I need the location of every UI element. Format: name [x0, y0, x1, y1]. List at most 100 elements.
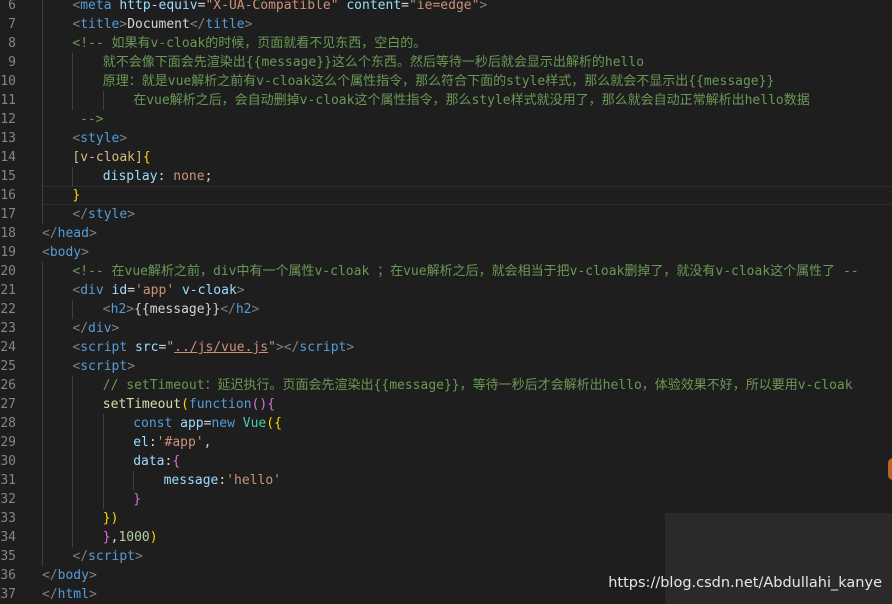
code-line[interactable]: 30 data:{	[0, 452, 892, 471]
indent-guide	[42, 376, 43, 395]
indent-guide	[72, 376, 74, 395]
code-token: >	[81, 245, 89, 260]
indent-guide	[102, 414, 104, 433]
code-line[interactable]: 16}	[0, 186, 892, 205]
code-token: display	[102, 169, 158, 184]
line-number: 35	[0, 549, 16, 564]
code-line[interactable]: 27 setTimeout(function(){	[0, 395, 892, 414]
code-token: script	[88, 549, 136, 564]
code-text: -->	[80, 110, 103, 129]
code-token: [v-cloak]	[72, 150, 143, 165]
code-line[interactable]: 29 el:'#app',	[0, 433, 892, 452]
code-text: })	[103, 509, 119, 528]
line-number: 29	[0, 435, 16, 450]
line-number: 20	[0, 264, 16, 279]
code-token: </	[42, 226, 58, 241]
indent-guide	[42, 34, 43, 53]
code-token: >	[88, 568, 97, 583]
code-token: (	[181, 397, 189, 412]
indent-guide	[42, 547, 43, 566]
indent-guide	[42, 186, 43, 205]
indent-guide	[42, 433, 43, 452]
code-line[interactable]: 18 </head>	[0, 224, 892, 243]
code-token: >	[346, 340, 355, 355]
code-line[interactable]: 17 </style>	[0, 205, 892, 224]
code-line[interactable]: 31 message:'hello'	[0, 471, 892, 490]
code-line[interactable]: 23 </div>	[0, 319, 892, 338]
code-line[interactable]: 24 <script src="../js/vue.js"></script>	[0, 338, 892, 357]
line-number: 16	[0, 188, 16, 203]
code-token: {	[142, 150, 151, 165]
code-token: "X-UA-Compatible"	[205, 0, 347, 13]
code-line[interactable]: 14 [v-cloak]{	[0, 148, 892, 167]
code-line[interactable]: 15 display: none;	[0, 167, 892, 186]
code-line[interactable]: 10 原理：就是vue解析之前有v-cloak这么个属性指令，那么符合下面的sty…	[0, 72, 892, 91]
code-token: style	[80, 131, 120, 146]
code-line[interactable]: 21 <div id='app' v-cloak>	[0, 281, 892, 300]
indent-guide	[42, 395, 43, 414]
code-line[interactable]: 19 <body>	[0, 243, 892, 262]
indent-guide	[42, 490, 43, 509]
code-line[interactable]: 25 <script>	[0, 357, 892, 376]
code-token: }	[102, 530, 111, 545]
code-token: style	[88, 207, 128, 222]
code-line[interactable]: 8 <!-- 如果有v-cloak的时候，页面就看不见东西，空白的。	[0, 34, 892, 53]
code-token: h2	[235, 302, 252, 317]
code-token: Vue	[242, 416, 267, 431]
indent-guide	[72, 167, 74, 186]
code-line[interactable]: 28 const app=new Vue({	[0, 414, 892, 433]
indent-guide	[42, 414, 43, 433]
code-text: // setTimeout：延迟执行。页面会先渲染出{{message}}，等待…	[103, 376, 853, 395]
code-text: <div id='app' v-cloak>	[72, 281, 244, 300]
code-token: </	[72, 549, 89, 564]
indent-guide	[42, 262, 43, 281]
watermark-url: https://blog.csdn.net/Abdullahi_kanye	[608, 575, 882, 591]
code-token: :	[157, 169, 174, 184]
indent-guide	[72, 53, 74, 72]
line-number: 8	[8, 36, 16, 51]
code-token: script	[80, 359, 128, 374]
indent-guide	[42, 471, 43, 490]
indent-guide	[72, 528, 74, 547]
code-token: >	[127, 359, 136, 374]
code-text: <!-- 如果有v-cloak的时候，页面就看不见东西，空白的。	[72, 34, 426, 53]
indent-guide	[72, 395, 74, 414]
code-text: setTimeout(function(){	[103, 395, 275, 414]
code-token: ../js/vue.js	[174, 340, 269, 355]
indent-guide	[42, 357, 43, 376]
code-token: el	[133, 435, 149, 450]
code-token: div	[88, 321, 112, 336]
code-token: script	[299, 340, 347, 355]
code-token: message	[163, 473, 219, 488]
code-text: </html>	[42, 585, 97, 604]
code-line[interactable]: 11 在vue解析之后，会自动删掉v-cloak这个属性指令，那么style样式就…	[0, 91, 892, 110]
code-token: }	[133, 492, 142, 507]
code-line[interactable]: 26 // setTimeout：延迟执行。页面会先渲染出{{message}}，…	[0, 376, 892, 395]
code-line[interactable]: 12 -->	[0, 110, 892, 129]
code-token: >	[479, 0, 488, 13]
code-token: )	[149, 530, 158, 545]
code-text: 就不会像下面会先渲染出{{message}}这么个东西。然后等待一秒后就会显示出…	[103, 53, 644, 72]
code-token: meta	[80, 0, 120, 13]
code-text: el:'#app',	[133, 433, 211, 452]
code-token: </	[189, 17, 206, 32]
code-line[interactable]: 22 <h2>{{message}}</h2>	[0, 300, 892, 319]
code-token: >	[119, 17, 128, 32]
code-line[interactable]: 32}	[0, 490, 892, 509]
indent-guide	[42, 148, 43, 167]
line-number: 13	[0, 131, 16, 146]
code-line[interactable]: 9 就不会像下面会先渲染出{{message}}这么个东西。然后等待一秒后就会显示…	[0, 53, 892, 72]
code-line[interactable]: 6 <meta http-equiv="X-UA-Compatible" cont…	[0, 0, 892, 15]
code-line[interactable]: 20 <!-- 在vue解析之前，div中有一个属性v-cloak ；在vue解析…	[0, 262, 892, 281]
code-line[interactable]: 7 <title>Document</title>	[0, 15, 892, 34]
code-token: h2	[110, 302, 127, 317]
code-token: 'app'	[135, 283, 182, 298]
indent-guide	[42, 129, 43, 148]
code-token: =	[401, 0, 409, 13]
code-token: >	[88, 226, 97, 241]
line-number: 36	[0, 568, 16, 583]
code-token: data	[133, 454, 165, 469]
code-line[interactable]: 13 <style>	[0, 129, 892, 148]
line-number: 34	[0, 530, 16, 545]
line-number: 24	[0, 340, 16, 355]
